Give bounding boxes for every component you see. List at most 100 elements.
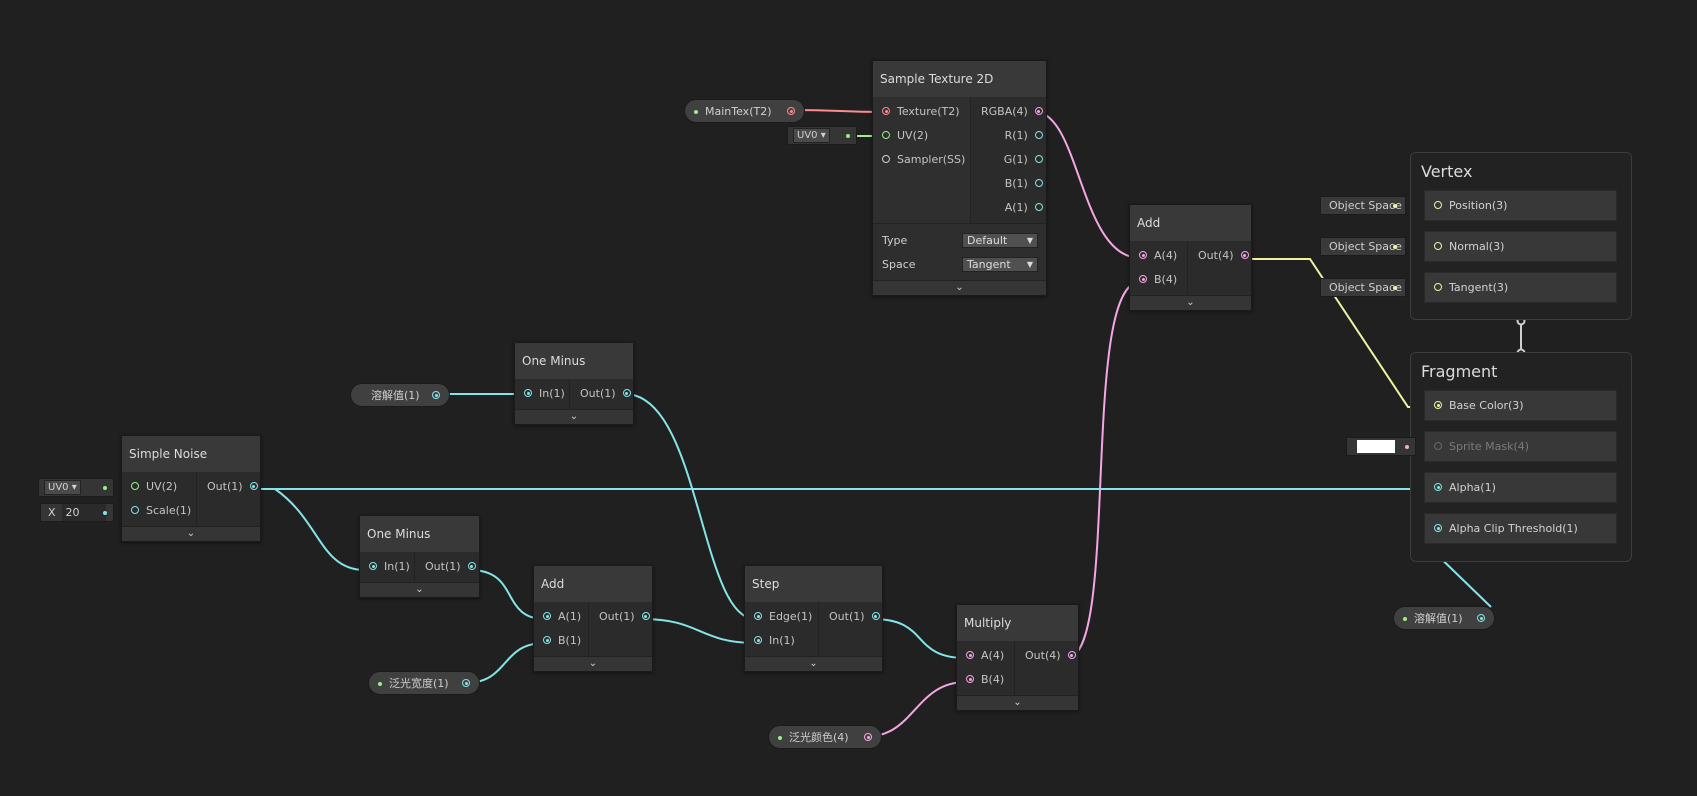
input-port-a[interactable]: A(4) <box>957 644 1014 668</box>
input-port-in[interactable]: In(1) <box>745 629 818 653</box>
scale-value-field[interactable]: 20 <box>61 504 106 521</box>
output-port-r[interactable]: R(1) <box>971 124 1052 148</box>
float-port-icon[interactable] <box>432 391 440 399</box>
block-position[interactable]: Position(3) <box>1424 190 1617 221</box>
vector2-port-icon[interactable] <box>882 131 890 139</box>
one-minus-node-bottom[interactable]: One Minus In(1) Out(1) ⌄ <box>359 515 480 598</box>
chevron-down-icon[interactable]: ⌄ <box>745 656 882 671</box>
property-glow-width[interactable]: 泛光宽度(1) <box>368 671 480 695</box>
uv-inline-input-sample[interactable]: UV0 ▾ <box>787 126 857 145</box>
chevron-down-icon[interactable]: ⌄ <box>1130 295 1251 310</box>
block-base-color[interactable]: Base Color(3) <box>1424 390 1617 421</box>
sampler-port-icon[interactable] <box>882 155 890 163</box>
chevron-down-icon[interactable]: ⌄ <box>534 656 652 671</box>
vertex-context[interactable]: Vertex Position(3) Normal(3) Tangent(3) <box>1410 152 1632 320</box>
multiply-node[interactable]: Multiply A(4) B(4) Out(4) ⌄ <box>956 604 1079 711</box>
float-port-icon[interactable] <box>754 612 762 620</box>
vector4-port-icon[interactable] <box>966 675 974 683</box>
input-port-scale[interactable]: Scale(1) <box>122 499 196 523</box>
vector4-port-icon[interactable] <box>1434 442 1442 450</box>
float-port-icon[interactable] <box>1034 179 1043 187</box>
add-node-bottom[interactable]: Add A(1) B(1) Out(1) ⌄ <box>533 565 653 672</box>
chevron-down-icon[interactable]: ⌄ <box>122 526 260 541</box>
input-port-texture[interactable]: Texture(T2) <box>873 100 970 124</box>
vector2-port-icon[interactable] <box>131 482 139 490</box>
output-port-a[interactable]: A(1) <box>971 196 1052 220</box>
input-port-sampler[interactable]: Sampler(SS) <box>873 148 970 172</box>
vector4-port-icon[interactable] <box>966 651 974 659</box>
input-port-b[interactable]: B(4) <box>1130 268 1187 292</box>
vector4-port-icon[interactable] <box>1139 251 1147 259</box>
output-port-out[interactable]: Out(4) <box>1188 244 1258 268</box>
space-label-position[interactable]: Object Space <box>1320 196 1406 215</box>
output-port-out[interactable]: Out(1) <box>415 555 485 579</box>
output-port-b[interactable]: B(1) <box>971 172 1052 196</box>
type-dropdown[interactable]: Default <box>962 232 1038 248</box>
output-port-out[interactable]: Out(4) <box>1015 644 1085 668</box>
float-port-icon[interactable] <box>1434 483 1442 491</box>
vector3-port-icon[interactable] <box>1434 283 1442 291</box>
vector4-port-icon[interactable] <box>1034 107 1043 115</box>
input-port-a[interactable]: A(4) <box>1130 244 1187 268</box>
texture-port-icon[interactable] <box>882 107 890 115</box>
float-port-icon[interactable] <box>543 612 551 620</box>
float-port-icon[interactable] <box>622 389 631 397</box>
float-port-icon[interactable] <box>1034 203 1043 211</box>
input-port-in[interactable]: In(1) <box>360 555 414 579</box>
vector4-port-icon[interactable] <box>864 733 872 741</box>
property-maintex[interactable]: MainTex(T2) <box>684 99 805 123</box>
block-sprite-mask[interactable]: Sprite Mask(4) <box>1424 431 1617 462</box>
chevron-down-icon[interactable]: ⌄ <box>873 280 1046 295</box>
input-port-a[interactable]: A(1) <box>534 605 588 629</box>
uv-channel-dropdown[interactable]: UV0 ▾ <box>44 480 81 495</box>
vector3-port-icon[interactable] <box>1434 201 1442 209</box>
texture-port-icon[interactable] <box>787 107 795 115</box>
float-port-icon[interactable] <box>369 562 377 570</box>
vector3-port-icon[interactable] <box>1434 242 1442 250</box>
one-minus-node-top[interactable]: One Minus In(1) Out(1) ⌄ <box>514 342 634 425</box>
float-port-icon[interactable] <box>754 636 762 644</box>
chevron-down-icon[interactable]: ⌄ <box>515 409 633 424</box>
chevron-down-icon[interactable]: ⌄ <box>957 695 1078 710</box>
sprite-mask-color-input[interactable] <box>1346 437 1416 456</box>
float-port-icon[interactable] <box>1034 131 1043 139</box>
float-port-icon[interactable] <box>467 562 476 570</box>
block-alpha-clip-threshold[interactable]: Alpha Clip Threshold(1) <box>1424 513 1617 544</box>
input-port-in[interactable]: In(1) <box>515 382 569 406</box>
space-label-normal[interactable]: Object Space <box>1320 237 1406 256</box>
output-port-out[interactable]: Out(1) <box>197 475 267 499</box>
simple-noise-node[interactable]: Simple Noise UV(2) Scale(1) Out(1) ⌄ <box>121 435 261 542</box>
property-glow-color[interactable]: 泛光颜色(4) <box>768 725 882 749</box>
output-port-out[interactable]: Out(1) <box>570 382 640 406</box>
property-dissolve-top[interactable]: 溶解值(1) <box>350 383 450 407</box>
input-port-b[interactable]: B(1) <box>534 629 588 653</box>
output-port-g[interactable]: G(1) <box>971 148 1052 172</box>
property-dissolve-bottom[interactable]: 溶解值(1) <box>1393 606 1495 630</box>
input-port-uv[interactable]: UV(2) <box>873 124 970 148</box>
float-port-icon[interactable] <box>249 482 258 490</box>
float-port-icon[interactable] <box>1034 155 1043 163</box>
float-port-icon[interactable] <box>524 389 532 397</box>
output-port-out[interactable]: Out(1) <box>589 605 659 629</box>
fragment-context[interactable]: Fragment Base Color(3) Sprite Mask(4) Al… <box>1410 352 1632 562</box>
float-port-icon[interactable] <box>131 506 139 514</box>
float-port-icon[interactable] <box>543 636 551 644</box>
float-port-icon[interactable] <box>871 612 880 620</box>
float-port-icon[interactable] <box>641 612 650 620</box>
input-port-edge[interactable]: Edge(1) <box>745 605 818 629</box>
chevron-down-icon[interactable]: ⌄ <box>360 582 479 597</box>
vector3-port-icon[interactable] <box>1434 401 1442 409</box>
uv-channel-dropdown[interactable]: UV0 ▾ <box>793 128 830 143</box>
output-port-rgba[interactable]: RGBA(4) <box>971 100 1052 124</box>
uv-inline-input-noise[interactable]: UV0 ▾ <box>38 478 114 497</box>
space-label-tangent[interactable]: Object Space <box>1320 278 1406 297</box>
sample-texture-2d-node[interactable]: Sample Texture 2D Texture(T2) UV(2) Samp… <box>872 60 1047 296</box>
block-normal[interactable]: Normal(3) <box>1424 231 1617 262</box>
vector4-port-icon[interactable] <box>1067 651 1076 659</box>
input-port-uv[interactable]: UV(2) <box>122 475 196 499</box>
float-port-icon[interactable] <box>1477 614 1485 622</box>
add-node-top[interactable]: Add A(4) B(4) Out(4) ⌄ <box>1129 204 1252 311</box>
float-port-icon[interactable] <box>462 679 470 687</box>
float-port-icon[interactable] <box>1434 524 1442 532</box>
input-port-b[interactable]: B(4) <box>957 668 1014 692</box>
